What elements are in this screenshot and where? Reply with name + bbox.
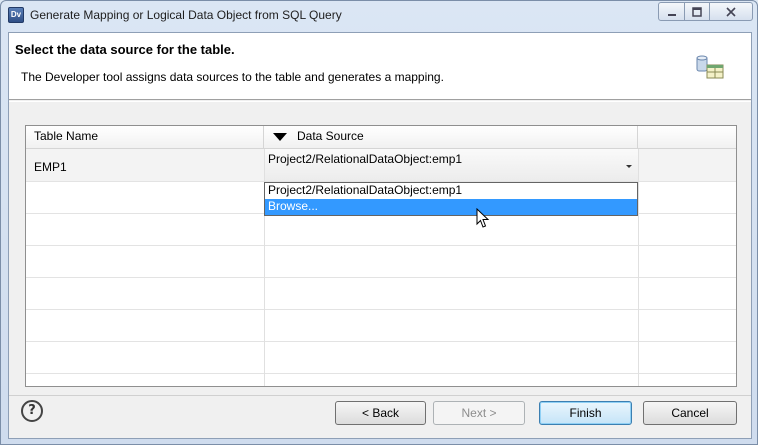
help-button[interactable]: ? xyxy=(21,400,43,422)
minimize-button[interactable] xyxy=(658,2,685,21)
back-button[interactable]: < Back xyxy=(335,401,426,425)
cancel-button[interactable]: Cancel xyxy=(643,401,737,425)
maximize-button[interactable] xyxy=(684,2,710,21)
data-source-table: Table Name Data Source EMP1 Project2/Rel… xyxy=(25,125,737,387)
dialog-window: Dv Generate Mapping or Logical Data Obje… xyxy=(0,0,758,445)
table-row xyxy=(26,214,736,246)
column-divider xyxy=(638,149,639,386)
close-button[interactable] xyxy=(709,2,753,21)
page-description: The Developer tool assigns data sources … xyxy=(21,70,444,84)
table-row xyxy=(26,246,736,278)
maximize-icon xyxy=(692,7,702,17)
close-icon xyxy=(726,7,736,17)
next-button[interactable]: Next > xyxy=(433,401,525,425)
table-name-cell: EMP1 xyxy=(34,160,67,174)
page-title: Select the data source for the table. xyxy=(15,42,235,57)
data-source-wizard-icon xyxy=(696,55,724,79)
chevron-down-icon[interactable] xyxy=(626,165,632,168)
title-bar[interactable]: Dv Generate Mapping or Logical Data Obje… xyxy=(1,1,757,31)
table-row xyxy=(26,342,736,374)
wizard-header: Select the data source for the table. Th… xyxy=(9,33,751,100)
data-source-dropdown-list: Project2/RelationalDataObject:emp1 Brows… xyxy=(264,182,638,216)
dropdown-option[interactable]: Project2/RelationalDataObject:emp1 xyxy=(265,183,637,199)
window-title: Generate Mapping or Logical Data Object … xyxy=(30,8,342,22)
table-row xyxy=(26,278,736,310)
footer-separator xyxy=(9,395,751,396)
sort-down-icon xyxy=(273,133,287,141)
mouse-pointer-icon xyxy=(476,208,490,228)
table-row[interactable]: EMP1 Project2/RelationalDataObject:emp1 xyxy=(26,149,736,182)
column-header-table-name[interactable]: Table Name xyxy=(26,126,264,148)
dropdown-option-browse[interactable]: Browse... xyxy=(265,199,637,215)
dialog-client: Select the data source for the table. Th… xyxy=(8,32,752,439)
table-header: Table Name Data Source xyxy=(26,126,736,149)
column-header-data-source[interactable]: Data Source xyxy=(264,126,638,148)
header-separator xyxy=(9,101,751,102)
finish-button[interactable]: Finish xyxy=(539,401,632,425)
table-row xyxy=(26,310,736,342)
data-source-combo[interactable]: Project2/RelationalDataObject:emp1 xyxy=(264,149,638,181)
minimize-icon xyxy=(667,14,676,16)
data-source-value: Project2/RelationalDataObject:emp1 xyxy=(268,152,463,166)
column-header-empty xyxy=(638,126,736,148)
column-header-data-source-label: Data Source xyxy=(297,129,364,143)
app-icon: Dv xyxy=(8,7,24,23)
